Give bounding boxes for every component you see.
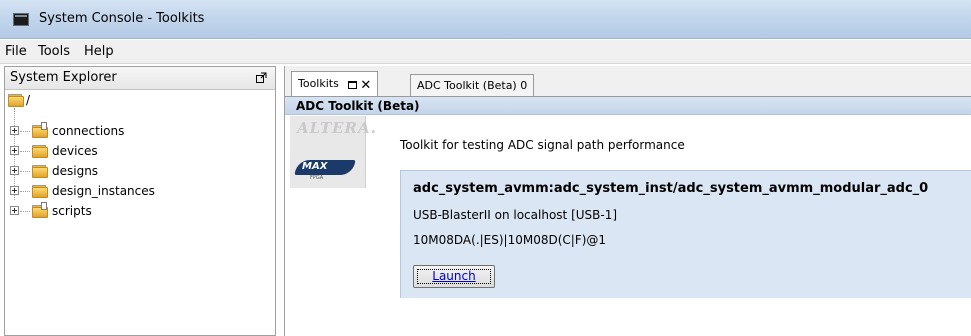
toolkit-title: ADC Toolkit (Beta)	[296, 99, 420, 113]
menu-tools[interactable]: Tools	[38, 44, 70, 59]
restore-icon[interactable]	[348, 81, 358, 89]
connections-folder-icon	[32, 122, 48, 138]
close-icon[interactable]: ✕	[360, 79, 371, 92]
max10-logo: MAX 10 FPGA	[294, 160, 356, 181]
tree-item-connections[interactable]: connections	[52, 124, 124, 138]
window-titlebar: System Console - Toolkits	[0, 0, 971, 39]
expand-designs-icon[interactable]	[10, 166, 19, 175]
toolkits-panel: Toolkits ✕ ADC Toolkit (Beta) 0 ADC Tool…	[284, 66, 971, 336]
tree-item-designs[interactable]: designs	[52, 164, 98, 178]
console-app-icon	[13, 13, 29, 26]
designs-folder-icon	[32, 165, 48, 178]
tree-item-devices[interactable]: devices	[52, 144, 98, 158]
device-part: 10M08DA(.|ES)|10M08D(C|F)@1	[413, 233, 607, 247]
menu-help[interactable]: Help	[84, 44, 114, 59]
maximize-panel-icon[interactable]	[256, 72, 267, 83]
expand-devices-icon[interactable]	[10, 146, 19, 155]
design-instances-folder-icon	[32, 185, 48, 198]
launch-button-label: Launch	[432, 269, 476, 283]
scripts-folder-icon	[32, 202, 48, 218]
devices-folder-icon	[32, 145, 48, 158]
device-connection: USB-BlasterII on localhost [USB-1]	[413, 208, 618, 222]
altera-logo: ALTERA.	[297, 119, 377, 137]
toolkit-description: Toolkit for testing ADC signal path perf…	[400, 138, 685, 152]
expand-scripts-icon[interactable]	[10, 206, 19, 215]
toolkit-content: ADC Toolkit (Beta) ALTERA. MAX 10 FPGA T…	[285, 96, 971, 336]
tab-toolkits-label: Toolkits	[298, 77, 339, 90]
expand-connections-icon[interactable]	[10, 126, 19, 135]
launch-button[interactable]: Launch	[413, 265, 495, 288]
tab-adc-toolkit-label: ADC Toolkit (Beta) 0	[417, 79, 528, 92]
system-explorer-header: System Explorer	[5, 67, 275, 90]
device-card: adc_system_avmm:adc_system_inst/adc_syst…	[400, 170, 971, 298]
menu-file[interactable]: File	[5, 44, 27, 59]
toolkit-logo: ALTERA. MAX 10 FPGA	[290, 116, 376, 188]
tree-root-label[interactable]: /	[26, 93, 30, 107]
tree-item-design-instances[interactable]: design_instances	[52, 184, 155, 198]
root-folder-icon	[8, 94, 24, 107]
system-explorer-title: System Explorer	[10, 70, 117, 85]
tab-strip: Toolkits ✕ ADC Toolkit (Beta) 0	[285, 66, 971, 96]
device-name: adc_system_avmm:adc_system_inst/adc_syst…	[413, 181, 929, 196]
window-title: System Console - Toolkits	[39, 11, 205, 26]
tab-toolkits[interactable]: Toolkits ✕	[291, 71, 379, 96]
menu-bar: File Tools Help	[0, 40, 971, 64]
tree-item-scripts[interactable]: scripts	[52, 204, 92, 218]
expand-design-instances-icon[interactable]	[10, 186, 19, 195]
tab-adc-toolkit[interactable]: ADC Toolkit (Beta) 0	[410, 74, 535, 96]
system-explorer-panel: System Explorer / connections devices de…	[4, 66, 276, 336]
toolkit-header: ADC Toolkit (Beta)	[285, 97, 971, 115]
